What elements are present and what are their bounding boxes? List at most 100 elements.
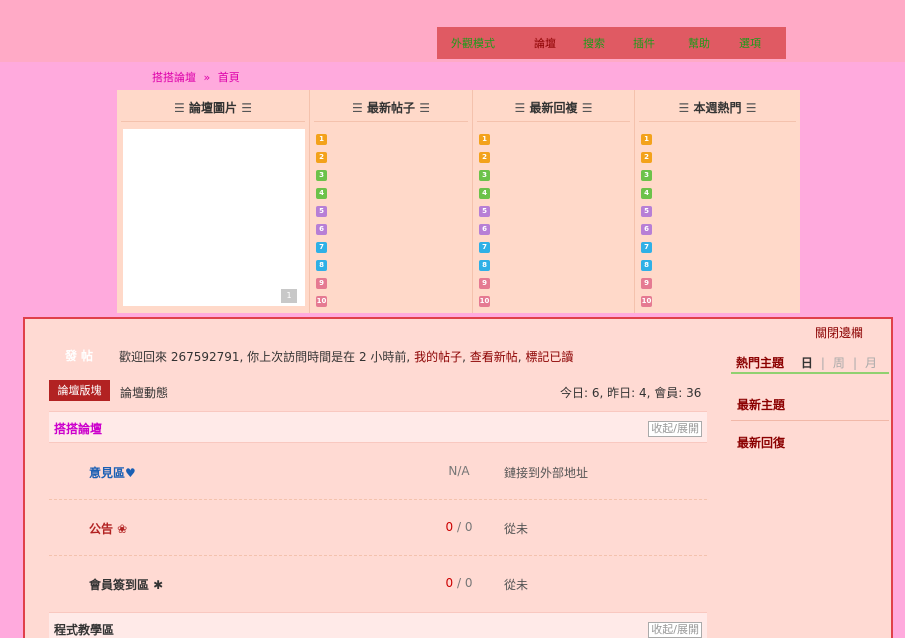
rank-number-icon: 4 (479, 187, 490, 199)
rank-number-icon: 1 (479, 133, 490, 145)
rank-list-item[interactable]: 3 (641, 166, 652, 184)
rank-list-item[interactable]: 4 (641, 184, 652, 202)
nav-options[interactable]: 選項 (739, 35, 761, 51)
rank-list-item[interactable]: 2 (316, 148, 327, 166)
slideshow-indicator-icon[interactable]: 1 (281, 289, 297, 303)
rank-list-item[interactable]: 10 (479, 292, 490, 310)
rank-number-icon: 7 (316, 241, 327, 253)
rank-number-icon: 9 (316, 277, 327, 289)
collapse-toggle-button[interactable]: 收起/展開 (648, 622, 702, 638)
rank-number-icon: 10 (641, 295, 652, 307)
rank-number-icon: 9 (479, 277, 490, 289)
portal-column-title: ☰ 本週熱門 ☰ (639, 90, 796, 122)
rank-list-item[interactable]: 8 (479, 256, 490, 274)
sidebar-latest-topics-title[interactable]: 最新主題 (737, 396, 785, 413)
new-posts-link[interactable]: 查看新帖 (470, 350, 518, 364)
forum-post-count: N/A (448, 464, 470, 478)
forum-name-link[interactable]: 會員簽到區 ✱ (89, 576, 163, 593)
rank-list-item[interactable]: 4 (479, 184, 490, 202)
rank-number-icon: 5 (316, 205, 327, 217)
rank-number-icon: 3 (641, 169, 652, 181)
rank-list-item[interactable]: 9 (641, 274, 652, 292)
rank-number-icon: 8 (641, 259, 652, 271)
rank-number-icon: 4 (641, 187, 652, 199)
rank-list-item[interactable]: 3 (479, 166, 490, 184)
forum-last-post: 從未 (504, 578, 529, 592)
rank-list-item[interactable]: 10 (316, 292, 327, 310)
forum-image-slideshow[interactable]: 1 (123, 129, 305, 306)
rank-list-item[interactable]: 7 (479, 238, 490, 256)
forum-row: 意見區♥ N/A 鏈接到外部地址 (49, 444, 707, 500)
rank-list-item[interactable]: 7 (641, 238, 652, 256)
forum-last-post: 從未 (504, 522, 529, 536)
rank-list: 1 2 3 4 5 6 7 8 9 10 (641, 130, 652, 310)
rank-list-item[interactable]: 7 (316, 238, 327, 256)
rank-list-item[interactable]: 4 (316, 184, 327, 202)
rank-list-item[interactable]: 9 (479, 274, 490, 292)
rank-list-item[interactable]: 5 (641, 202, 652, 220)
nav-forum[interactable]: 論壇 (534, 35, 556, 51)
rank-list-item[interactable]: 1 (479, 130, 490, 148)
rank-list-item[interactable]: 8 (316, 256, 327, 274)
period-switch: 日 | 周 | 月 (800, 356, 877, 370)
sidebar-latest-replies-title[interactable]: 最新回復 (737, 434, 785, 451)
my-posts-link[interactable]: 我的帖子 (414, 350, 462, 364)
rank-list-item[interactable]: 6 (641, 220, 652, 238)
nav-search[interactable]: 搜索 (583, 35, 605, 51)
rank-list-item[interactable]: 6 (479, 220, 490, 238)
portal-column-title: ☰ 最新回複 ☰ (477, 90, 630, 122)
period-day[interactable]: 日 (801, 356, 813, 370)
forum-stats: 今日: 6, 昨日: 4, 會員: 36 (560, 386, 702, 400)
rank-list-item[interactable]: 3 (316, 166, 327, 184)
rank-list-item[interactable]: 2 (479, 148, 490, 166)
rank-number-icon: 1 (641, 133, 652, 145)
rank-number-icon: 5 (641, 205, 652, 217)
rank-list-item[interactable]: 1 (316, 130, 327, 148)
rank-number-icon: 2 (316, 151, 327, 163)
top-navigation: 外觀模式 論壇 搜索 插件 幫助 選項 (437, 27, 786, 59)
rank-number-icon: 5 (479, 205, 490, 217)
rank-number-icon: 4 (316, 187, 327, 199)
rank-number-icon: 6 (316, 223, 327, 235)
category-title[interactable]: 搭搭論壇 (54, 420, 102, 437)
rank-list-item[interactable]: 5 (316, 202, 327, 220)
close-sidebar-link[interactable]: 關閉邊欄 (815, 324, 863, 341)
breadcrumb-current[interactable]: 首頁 (218, 71, 240, 84)
rank-number-icon: 8 (479, 259, 490, 271)
forum-name-link[interactable]: 公告 ❀ (89, 520, 127, 537)
rank-list-item[interactable]: 1 (641, 130, 652, 148)
tab-forum-activity[interactable]: 論壇動態 (120, 384, 168, 401)
mark-read-link[interactable]: 標記已讀 (525, 350, 573, 364)
period-week[interactable]: 周 (833, 356, 845, 370)
rank-list-item[interactable]: 5 (479, 202, 490, 220)
rank-number-icon: 3 (316, 169, 327, 181)
rank-number-icon: 1 (316, 133, 327, 145)
rank-list-item[interactable]: 6 (316, 220, 327, 238)
collapse-toggle-button[interactable]: 收起/展開 (648, 421, 702, 437)
rank-number-icon: 7 (479, 241, 490, 253)
welcome-message: 歡迎回來 267592791, 你上次訪問時間是在 2 小時前, 我的帖子, 查… (119, 350, 574, 364)
portal-column-title: ☰ 論壇圖片 ☰ (121, 90, 305, 122)
rank-list: 1 2 3 4 5 6 7 8 9 10 (316, 130, 327, 310)
period-month[interactable]: 月 (865, 356, 877, 370)
nav-help[interactable]: 幫助 (688, 35, 710, 51)
rank-list-item[interactable]: 2 (641, 148, 652, 166)
rank-number-icon: 10 (479, 295, 490, 307)
breadcrumb-home[interactable]: 搭搭論壇 (152, 71, 196, 84)
sidebar-latest-replies: 最新回復 (731, 421, 889, 459)
breadcrumb-separator: » (203, 71, 211, 84)
portal-column-latest-replies: ☰ 最新回複 ☰ 1 2 3 4 5 6 7 8 9 10 (472, 90, 634, 313)
rank-list-item[interactable]: 9 (316, 274, 327, 292)
rank-list-item[interactable]: 10 (641, 292, 652, 310)
rank-number-icon: 2 (479, 151, 490, 163)
portal-panel: ☰ 論壇圖片 ☰ 1 ☰ 最新帖子 ☰ 1 2 3 4 5 6 7 8 9 10 ☰ 最新回複 ☰… (117, 90, 800, 313)
nav-style-mode[interactable]: 外觀模式 (451, 35, 495, 51)
new-post-button[interactable]: 發帖 (65, 347, 97, 364)
forum-name-link[interactable]: 意見區♥ (89, 464, 136, 481)
rank-list-item[interactable]: 8 (641, 256, 652, 274)
nav-plugins[interactable]: 插件 (633, 35, 655, 51)
tab-forum-sections[interactable]: 論壇版塊 (49, 380, 110, 401)
portal-column-title: ☰ 最新帖子 ☰ (314, 90, 468, 122)
category-title[interactable]: 程式教學區 (54, 621, 114, 638)
rank-number-icon: 9 (641, 277, 652, 289)
